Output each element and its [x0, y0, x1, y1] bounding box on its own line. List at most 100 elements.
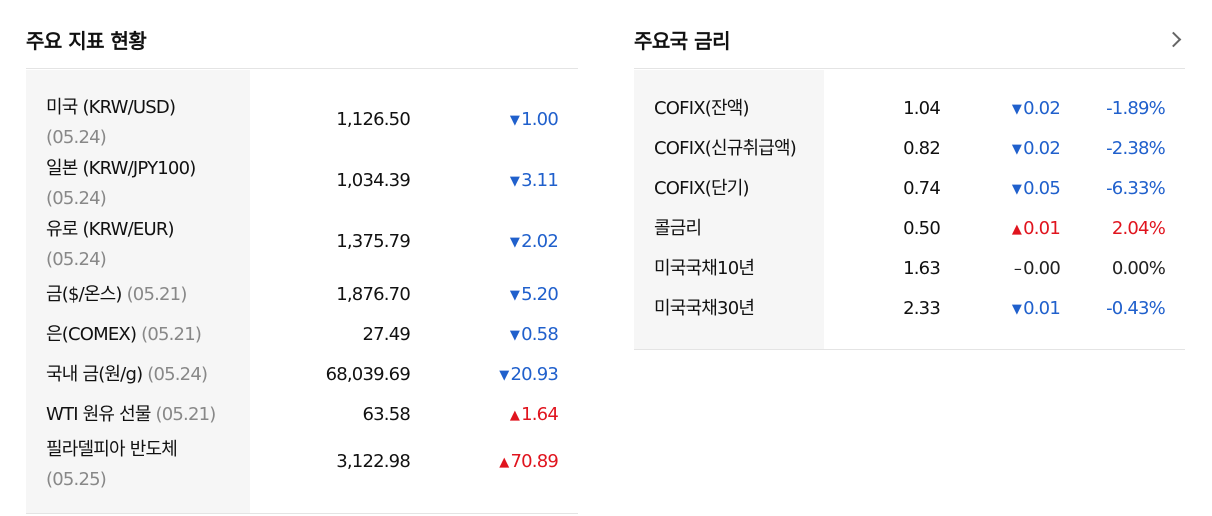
rate-row[interactable]: COFIX(신규취급액) 0.82 ▼ 0.02 -2.38% — [634, 137, 1185, 177]
indicator-date: (05.24) — [46, 188, 107, 209]
indicator-change: ▼ 1.00 — [509, 108, 559, 134]
rate-percent: -2.38% — [1106, 138, 1166, 159]
rate-name: COFIX(신규취급액) — [654, 138, 797, 159]
indicator-name-text: 국내 금(원/g) — [46, 364, 143, 385]
interest-rate-panel-title: 주요국 금리 — [634, 29, 730, 53]
indicator-date: (05.21) — [155, 404, 217, 425]
rate-row[interactable]: COFIX(단기) 0.74 ▼ 0.05 -6.33% — [634, 177, 1185, 217]
indicator-panel: 주요 지표 현황 미국 (KRW/USD) (05.24) 1,126.50 ▼ 1.0… — [26, 0, 578, 516]
rate-change: ▼ 0.05 — [1011, 177, 1061, 203]
indicator-change: ▲ 70.89 — [499, 450, 559, 476]
rate-value: 0.82 — [903, 138, 941, 159]
down-arrow-icon: ▼ — [499, 368, 509, 383]
interest-rate-panel: 주요국 금리 COFIX(잔액) 1.04 ▼ 0.02 -1.89% COFIX(신규취… — [634, 0, 1185, 360]
indicator-change-value: 1.64 — [521, 404, 559, 425]
indicator-value: 3,122.98 — [336, 451, 411, 472]
rate-value: 1.04 — [903, 98, 941, 119]
indicator-change: ▲ 1.64 — [509, 403, 559, 429]
rate-value: 0.74 — [903, 178, 941, 199]
indicator-name-text: 금($/온스) — [46, 284, 122, 305]
rate-row[interactable]: COFIX(잔액) 1.04 ▼ 0.02 -1.89% — [634, 97, 1185, 137]
indicator-row[interactable]: 금($/온스) (05.21) 1,876.70 ▼ 5.20 — [26, 283, 578, 323]
down-arrow-icon: ▼ — [509, 235, 520, 250]
rate-change: –0.00 — [1013, 257, 1061, 281]
rate-name: COFIX(단기) — [654, 178, 750, 199]
indicator-name-text: WTI 원유 선물 — [46, 404, 151, 425]
indicator-name-text: 필라델피아 반도체 — [46, 439, 178, 460]
indicator-row[interactable]: 은(COMEX) (05.21) 27.49 ▼ 0.58 — [26, 323, 578, 363]
indicator-name: 미국 (KRW/USD) (05.24) — [46, 93, 176, 153]
rate-value: 0.50 — [903, 218, 941, 239]
down-arrow-icon: ▼ — [1011, 302, 1022, 317]
up-arrow-icon: ▲ — [1011, 222, 1022, 237]
indicator-value: 63.58 — [362, 404, 410, 425]
up-arrow-icon: ▲ — [499, 455, 509, 470]
interest-rate-table: COFIX(잔액) 1.04 ▼ 0.02 -1.89% COFIX(신규취급액) 0.82… — [634, 70, 1185, 350]
indicator-date: (05.21) — [141, 324, 202, 345]
indicator-value: 1,126.50 — [336, 109, 411, 130]
indicator-row[interactable]: 국내 금(원/g) (05.24) 68,039.69 ▼ 20.93 — [26, 363, 578, 403]
indicator-name: 일본 (KRW/JPY100) (05.24) — [46, 154, 196, 214]
down-arrow-icon: ▼ — [509, 174, 520, 189]
up-arrow-icon: ▲ — [509, 408, 520, 423]
rate-percent: -6.33% — [1106, 178, 1166, 199]
interest-rate-panel-header: 주요국 금리 — [634, 0, 1185, 69]
indicator-name: 금($/온스) (05.21) — [46, 283, 187, 307]
indicator-name: 은(COMEX) (05.21) — [46, 323, 202, 347]
rate-change: ▼ 0.02 — [1011, 137, 1061, 163]
down-arrow-icon: ▼ — [1011, 142, 1022, 157]
indicator-value: 27.49 — [362, 324, 410, 345]
rate-change-value: 0.00 — [1023, 258, 1061, 279]
indicator-change: ▼ 3.11 — [509, 169, 559, 195]
dash-icon: – — [1013, 259, 1022, 278]
rate-name: 콜금리 — [654, 218, 702, 239]
rate-change: ▼ 0.02 — [1011, 97, 1061, 123]
indicator-name: 국내 금(원/g) (05.24) — [46, 363, 208, 387]
rate-row[interactable]: 콜금리 0.50 ▲ 0.01 2.04% — [634, 217, 1185, 257]
indicator-name-text: 일본 (KRW/JPY100) — [46, 158, 196, 179]
indicator-change-value: 1.00 — [521, 109, 559, 130]
rate-percent: -1.89% — [1106, 98, 1166, 119]
indicator-date: (05.24) — [147, 364, 208, 385]
indicator-name: 유로 (KRW/EUR) (05.24) — [46, 215, 175, 275]
indicator-name-text: 은(COMEX) — [46, 324, 137, 345]
indicator-row[interactable]: 일본 (KRW/JPY100) (05.24) 1,034.39 ▼ 3.11 — [26, 155, 578, 215]
indicator-date: (05.24) — [46, 127, 107, 148]
indicator-change: ▼ 2.02 — [509, 230, 559, 256]
rate-value: 1.63 — [903, 258, 941, 279]
indicator-change-value: 0.58 — [521, 324, 559, 345]
indicator-panel-header: 주요 지표 현황 — [26, 0, 578, 69]
indicator-change-value: 20.93 — [510, 364, 558, 385]
down-arrow-icon: ▼ — [509, 113, 520, 128]
rate-change-value: 0.01 — [1023, 218, 1061, 239]
rate-percent: 2.04% — [1111, 218, 1166, 239]
indicator-name: WTI 원유 선물 (05.21) — [46, 403, 216, 427]
rate-row[interactable]: 미국국채30년 2.33 ▼ 0.01 -0.43% — [634, 297, 1185, 337]
indicator-change-value: 3.11 — [521, 170, 559, 191]
rate-change-value: 0.02 — [1023, 98, 1061, 119]
indicator-change: ▼ 0.58 — [510, 323, 559, 349]
indicator-row[interactable]: 미국 (KRW/USD) (05.24) 1,126.50 ▼ 1.00 — [26, 94, 578, 154]
indicator-value: 1,876.70 — [336, 284, 411, 305]
indicator-table: 미국 (KRW/USD) (05.24) 1,126.50 ▼ 1.00 일본 (KRW/… — [26, 70, 578, 514]
rate-name: COFIX(잔액) — [654, 98, 750, 119]
chevron-right-icon[interactable] — [1165, 31, 1182, 48]
down-arrow-icon: ▼ — [1011, 182, 1022, 197]
down-arrow-icon: ▼ — [1011, 102, 1022, 117]
indicator-date: (05.21) — [126, 284, 188, 305]
rate-percent: -0.43% — [1106, 298, 1166, 319]
rate-percent: 0.00% — [1111, 258, 1166, 279]
indicator-name: 필라델피아 반도체 (05.25) — [46, 435, 178, 495]
indicator-row[interactable]: 필라델피아 반도체 (05.25) 3,122.98 ▲ 70.89 — [26, 436, 578, 496]
indicator-date: (05.24) — [46, 249, 107, 270]
indicator-change: ▼ 20.93 — [499, 363, 559, 389]
indicator-change-value: 2.02 — [521, 231, 559, 252]
indicator-row[interactable]: 유로 (KRW/EUR) (05.24) 1,375.79 ▼ 2.02 — [26, 216, 578, 276]
rate-change: ▲ 0.01 — [1011, 217, 1061, 243]
rate-name: 미국국채10년 — [654, 258, 755, 279]
indicator-name-text: 유로 (KRW/EUR) — [46, 219, 175, 240]
indicator-change: ▼ 5.20 — [510, 283, 559, 309]
rate-row[interactable]: 미국국채10년 1.63 –0.00 0.00% — [634, 257, 1185, 297]
indicator-panel-title: 주요 지표 현황 — [26, 29, 147, 53]
indicator-value: 1,034.39 — [336, 170, 411, 191]
